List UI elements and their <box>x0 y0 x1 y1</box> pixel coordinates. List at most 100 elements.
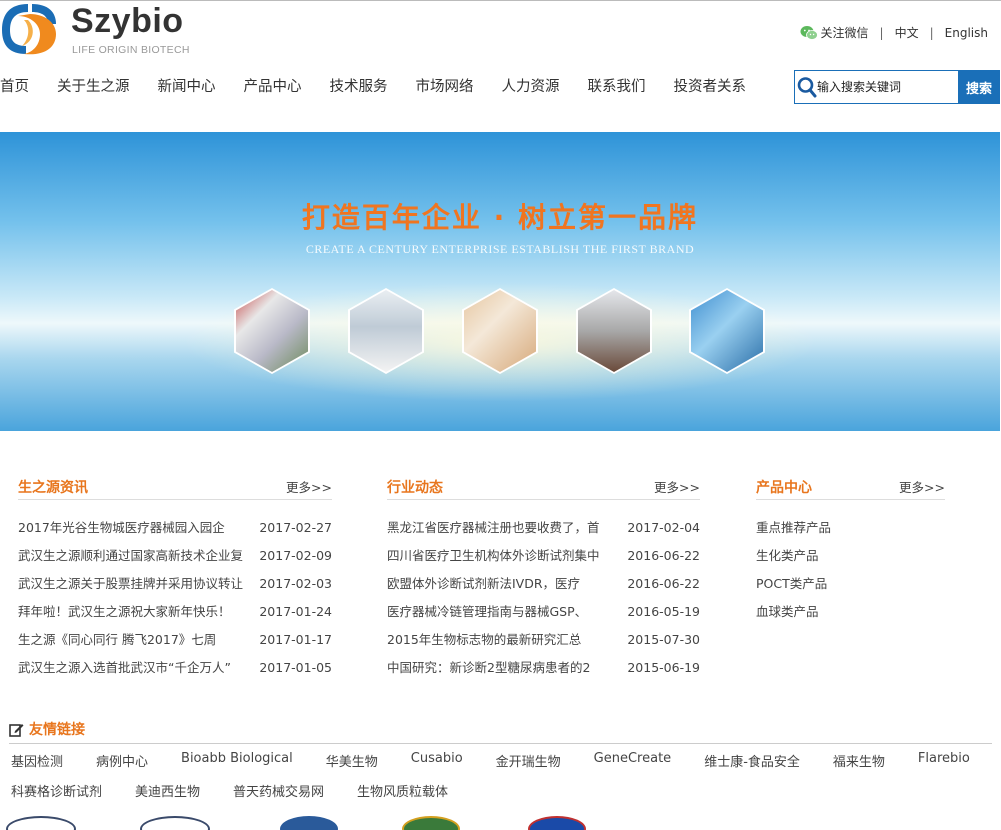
product-category-item[interactable]: POCT类产品 <box>756 570 945 598</box>
industry-list-item[interactable]: 中国研究：新诊断2型糖尿病患者的2 2015-06-19 <box>387 654 700 682</box>
friend-links-row: 科赛格诊断试剂 美迪西生物 普天药械交易网 生物风质粒载体 <box>11 781 481 800</box>
product-category-label[interactable]: 重点推荐产品 <box>756 514 831 542</box>
news-item-title[interactable]: 生之源《同心同行 腾飞2017》七周 <box>18 626 254 654</box>
top-border <box>0 0 1001 1</box>
industry-list-item[interactable]: 黑龙江省医疗器械注册也要收费了，首 2017-02-04 <box>387 514 700 542</box>
friend-link[interactable]: 金开瑞生物 <box>496 751 561 770</box>
industry-item-title[interactable]: 2015年生物标志物的最新研究汇总 <box>387 626 623 654</box>
industry-list-item[interactable]: 医疗器械冷链管理指南与器械GSP、 2016-05-19 <box>387 598 700 626</box>
search-box <box>794 70 958 104</box>
news-item-title[interactable]: 武汉生之源入选首批武汉市“千企万人” <box>18 654 254 682</box>
friend-link[interactable]: Cusabio <box>411 751 463 770</box>
industry-more-link[interactable]: 更多>> <box>654 477 700 496</box>
industry-item-date: 2016-06-22 <box>627 548 700 563</box>
search-bar: 搜索 <box>794 70 1000 104</box>
brand-name[interactable]: Szybio <box>71 2 184 41</box>
friend-link[interactable]: 华美生物 <box>326 751 378 770</box>
news-item-date: 2017-02-03 <box>259 576 332 591</box>
industry-list-item[interactable]: 欧盟体外诊断试剂新法IVDR，医疗 2016-06-22 <box>387 570 700 598</box>
products-column-header: 产品中心 更多>> <box>756 475 945 500</box>
search-button[interactable]: 搜索 <box>958 70 1000 104</box>
banner-slogan: 打造百年企业 · 树立第一品牌 <box>301 201 699 234</box>
news-item-date: 2017-01-05 <box>259 660 332 675</box>
hero-banner[interactable]: 打造百年企业 · 树立第一品牌 CREATE A CENTURY ENTERPR… <box>0 132 1000 431</box>
news-list-item[interactable]: 武汉生之源顺利通过国家高新技术企业复 2017-02-09 <box>18 542 332 570</box>
certification-badge-icon[interactable] <box>6 816 76 830</box>
friend-link[interactable]: 维士康-食品安全 <box>704 751 800 770</box>
news-more-link[interactable]: 更多>> <box>286 477 332 496</box>
industry-list-item[interactable]: 四川省医疗卫生机构体外诊断试剂集中 2016-06-22 <box>387 542 700 570</box>
news-list-item[interactable]: 拜年啦！武汉生之源祝大家新年快乐！ 2017-01-24 <box>18 598 332 626</box>
news-list-item[interactable]: 2017年光谷生物城医疗器械园入园企 2017-02-27 <box>18 514 332 542</box>
nav-item-contact[interactable]: 联系我们 <box>588 76 646 98</box>
certification-badge-icon[interactable] <box>140 816 210 830</box>
friend-link[interactable]: 科赛格诊断试剂 <box>11 781 102 800</box>
nav-item-news[interactable]: 新闻中心 <box>158 76 216 98</box>
product-category-item[interactable]: 重点推荐产品 <box>756 514 945 542</box>
nav-item-tech-service[interactable]: 技术服务 <box>330 76 388 98</box>
news-item-date: 2017-02-09 <box>259 548 332 563</box>
search-icon <box>797 77 817 98</box>
news-list-item[interactable]: 生之源《同心同行 腾飞2017》七周 2017-01-17 <box>18 626 332 654</box>
friend-link[interactable]: Flarebio <box>918 751 970 770</box>
friend-link[interactable]: Bioabb Biological <box>181 751 293 770</box>
industry-item-title[interactable]: 中国研究：新诊断2型糖尿病患者的2 <box>387 654 623 682</box>
news-list-item[interactable]: 武汉生之源关于股票挂牌并采用协议转让 2017-02-03 <box>18 570 332 598</box>
top-links: 关注微信 | 中文 | English <box>800 24 988 41</box>
edit-icon <box>9 723 24 737</box>
product-category-item[interactable]: 血球类产品 <box>756 598 945 626</box>
lang-english-link[interactable]: English <box>945 26 988 40</box>
industry-column-title[interactable]: 行业动态 <box>387 477 443 497</box>
news-item-date: 2017-01-24 <box>259 604 332 619</box>
certification-badge-icon[interactable] <box>528 816 586 830</box>
industry-item-title[interactable]: 四川省医疗卫生机构体外诊断试剂集中 <box>387 542 623 570</box>
certification-badge-icon[interactable] <box>402 816 460 830</box>
news-column: 生之源资讯 更多>> 2017年光谷生物城医疗器械园入园企 2017-02-27 … <box>18 475 332 682</box>
nav-item-hr[interactable]: 人力资源 <box>502 76 560 98</box>
products-more-link[interactable]: 更多>> <box>899 477 945 496</box>
news-item-title[interactable]: 武汉生之源关于股票挂牌并采用协议转让 <box>18 570 254 598</box>
certification-badge-icon[interactable] <box>280 816 338 830</box>
news-list-item[interactable]: 武汉生之源入选首批武汉市“千企万人” 2017-01-05 <box>18 654 332 682</box>
product-category-item[interactable]: 生化类产品 <box>756 542 945 570</box>
news-item-title[interactable]: 武汉生之源顺利通过国家高新技术企业复 <box>18 542 254 570</box>
nav-item-products[interactable]: 产品中心 <box>244 76 302 98</box>
product-category-label[interactable]: 血球类产品 <box>756 598 819 626</box>
friend-link[interactable]: 普天药械交易网 <box>233 781 324 800</box>
product-category-label[interactable]: 生化类产品 <box>756 542 819 570</box>
certification-badges <box>0 816 620 830</box>
search-input[interactable] <box>817 80 957 94</box>
industry-item-date: 2016-06-22 <box>627 576 700 591</box>
lang-chinese-link[interactable]: 中文 <box>895 24 919 41</box>
nav-item-investors[interactable]: 投资者关系 <box>674 76 747 98</box>
nav-item-market[interactable]: 市场网络 <box>416 76 474 98</box>
friend-link[interactable]: 美迪西生物 <box>135 781 200 800</box>
industry-column: 行业动态 更多>> 黑龙江省医疗器械注册也要收费了，首 2017-02-04 四川… <box>387 475 700 682</box>
industry-item-title[interactable]: 欧盟体外诊断试剂新法IVDR，医疗 <box>387 570 623 598</box>
industry-item-title[interactable]: 黑龙江省医疗器械注册也要收费了，首 <box>387 514 623 542</box>
news-column-header: 生之源资讯 更多>> <box>18 475 332 500</box>
friend-link[interactable]: 基因检测 <box>11 751 63 770</box>
product-category-label[interactable]: POCT类产品 <box>756 570 827 598</box>
industry-item-title[interactable]: 医疗器械冷链管理指南与器械GSP、 <box>387 598 623 626</box>
industry-item-date: 2016-05-19 <box>627 604 700 619</box>
industry-list-item[interactable]: 2015年生物标志物的最新研究汇总 2015-07-30 <box>387 626 700 654</box>
friend-links-title: 友情链接 <box>29 722 85 738</box>
wechat-link[interactable]: 关注微信 <box>800 24 869 41</box>
separator: | <box>879 25 884 40</box>
friend-link[interactable]: GeneCreate <box>594 751 672 770</box>
news-column-title[interactable]: 生之源资讯 <box>18 477 88 497</box>
products-column-title[interactable]: 产品中心 <box>756 477 812 497</box>
news-item-date: 2017-01-17 <box>259 632 332 647</box>
news-item-title[interactable]: 拜年啦！武汉生之源祝大家新年快乐！ <box>18 598 254 626</box>
separator: | <box>929 25 934 40</box>
nav-item-about[interactable]: 关于生之源 <box>57 76 130 98</box>
industry-item-date: 2017-02-04 <box>627 520 700 535</box>
brand-tagline: LIFE ORIGIN BIOTECH <box>72 44 190 56</box>
friend-link[interactable]: 福来生物 <box>833 751 885 770</box>
szybio-logo-icon[interactable] <box>0 2 60 56</box>
friend-link[interactable]: 生物风质粒载体 <box>357 781 448 800</box>
nav-item-home[interactable]: 首页 <box>0 76 29 98</box>
friend-link[interactable]: 病例中心 <box>96 751 148 770</box>
news-item-title[interactable]: 2017年光谷生物城医疗器械园入园企 <box>18 514 254 542</box>
